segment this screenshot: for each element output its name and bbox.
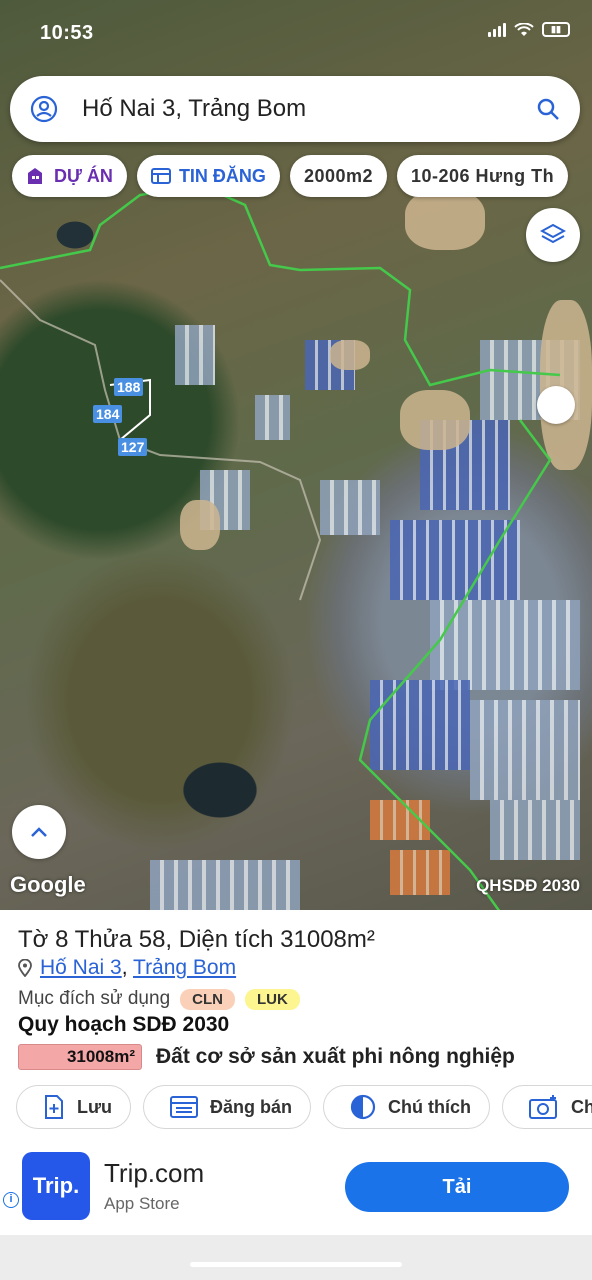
legend-button[interactable]: Chú thích [323, 1085, 491, 1129]
listing-icon [170, 1096, 199, 1118]
plan-description: Đất cơ sở sản xuất phi nông nghiệp [156, 1045, 515, 1068]
save-button[interactable]: Lưu [16, 1085, 132, 1129]
action-label: Đăng bán [210, 1096, 293, 1117]
chip-label: 10-206 Hưng Th [411, 165, 555, 186]
status-icons: ▮▮ [488, 22, 570, 37]
layers-icon [540, 223, 566, 244]
parcel-label[interactable]: 188 [114, 378, 144, 396]
expand-button[interactable] [12, 805, 66, 859]
chip-area[interactable]: 2000m2 [289, 155, 387, 197]
camera-button[interactable]: Ch [502, 1085, 592, 1129]
purpose-tag-luk[interactable]: LUK [244, 988, 300, 1010]
half-circle-icon [350, 1094, 376, 1120]
bookmark-plus-icon [45, 1095, 63, 1119]
parcel-label[interactable]: 127 [118, 438, 148, 456]
action-label: Ch [571, 1096, 592, 1117]
plan-area-badge: 31008m² [18, 1044, 142, 1070]
post-sale-button[interactable]: Đăng bán [143, 1085, 312, 1129]
home-indicator[interactable] [190, 1262, 402, 1267]
satellite-map[interactable]: 10:53 ▮▮ Hố Nai 3, Trảng Bom DỰ ÁN TIN Đ… [0, 0, 592, 912]
chip-label: DỰ ÁN [54, 165, 113, 186]
map-source-label: QHSDĐ 2030 [476, 876, 580, 895]
chip-label: 2000m2 [303, 165, 373, 186]
purpose-tag-cln[interactable]: CLN [180, 988, 235, 1010]
trip-logo: Trip. [22, 1152, 90, 1220]
camera-icon [529, 1095, 558, 1119]
home-bar [0, 1235, 592, 1280]
chevron-up-icon [31, 827, 47, 837]
list-icon [150, 168, 171, 184]
parcel-info-sheet: Tờ 8 Thửa 58, Diện tích 31008m² Hố Nai 3… [0, 910, 592, 1140]
layers-button[interactable] [526, 208, 580, 262]
account-icon[interactable] [30, 95, 58, 123]
district-link[interactable]: Trảng Bom [133, 956, 236, 979]
location-pin-icon [18, 959, 32, 977]
signal-icon [488, 22, 506, 37]
chip-du-an[interactable]: DỰ ÁN [12, 155, 127, 197]
address-separator: , [121, 956, 128, 979]
chip-address[interactable]: 10-206 Hưng Th [397, 155, 569, 197]
parcel-label[interactable]: 184 [93, 405, 123, 423]
address-row: Hố Nai 3, Trảng Bom [18, 956, 236, 980]
parcel-title: Tờ 8 Thửa 58, Diện tích 31008m² [18, 926, 375, 953]
battery-icon: ▮▮ [542, 22, 570, 37]
map-drag-handle[interactable] [537, 386, 575, 424]
filter-chips: DỰ ÁN TIN ĐĂNG 2000m2 10-206 Hưng Th [12, 155, 569, 197]
search-icon[interactable] [536, 97, 560, 121]
plan-row: 31008m² Đất cơ sở sản xuất phi nông nghi… [18, 1044, 515, 1070]
purpose-label: Mục đích sử dụng [18, 988, 171, 1009]
building-icon [28, 168, 42, 184]
purpose-row: Mục đích sử dụng CLN LUK [18, 988, 300, 1010]
ad-banner[interactable]: i Trip. Trip.com App Store Tải [0, 1140, 592, 1235]
ad-store-label: App Store [104, 1194, 180, 1213]
search-input[interactable]: Hố Nai 3, Trảng Bom [82, 95, 536, 123]
chip-tin-dang[interactable]: TIN ĐĂNG [136, 155, 280, 197]
status-time: 10:53 [40, 22, 94, 44]
ward-link[interactable]: Hố Nai 3 [40, 956, 122, 979]
action-label: Chú thích [388, 1096, 472, 1117]
install-button[interactable]: Tải [345, 1162, 569, 1212]
chip-label: TIN ĐĂNG [178, 165, 266, 186]
google-logo: Google [10, 872, 86, 897]
ad-info-icon[interactable]: i [3, 1192, 19, 1208]
action-buttons: Lưu Đăng bán Chú thích Ch [16, 1085, 592, 1129]
action-label: Lưu [77, 1096, 113, 1117]
ad-app-name: Trip.com [104, 1158, 205, 1188]
wifi-icon [514, 22, 534, 36]
search-bar[interactable]: Hố Nai 3, Trảng Bom [10, 76, 580, 142]
plan-heading: Quy hoạch SDĐ 2030 [18, 1013, 230, 1036]
